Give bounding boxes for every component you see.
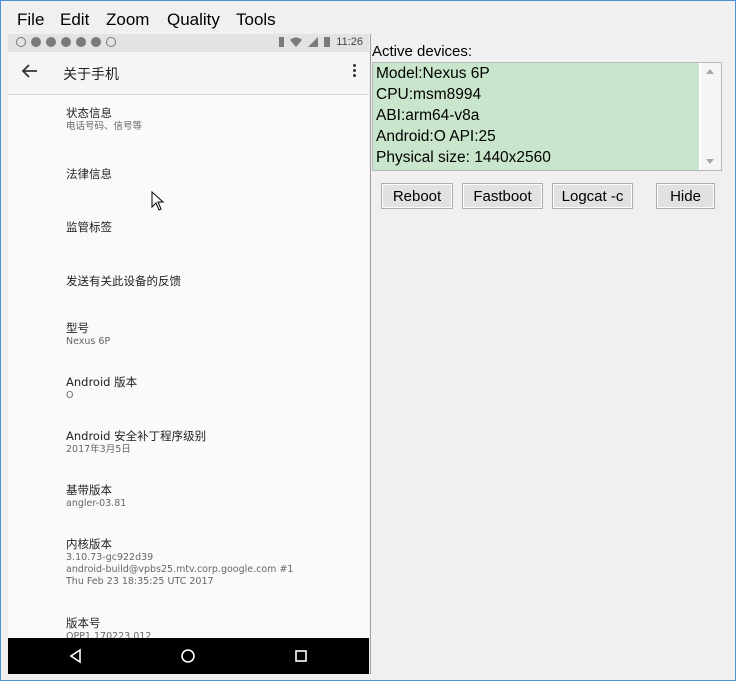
setting-title: Android 安全补丁程序级别 bbox=[66, 429, 207, 443]
notification-icon bbox=[76, 37, 86, 47]
notification-icon bbox=[61, 37, 71, 47]
setting-model[interactable]: 型号 Nexus 6P bbox=[66, 321, 110, 348]
setting-title: 状态信息 bbox=[66, 106, 112, 120]
setting-subtitle: 电话号码、信号等 bbox=[66, 121, 143, 132]
setting-subtitle: android-build@vpbs25.mtv.corp.google.com… bbox=[66, 564, 294, 575]
status-time: 11:26 bbox=[336, 36, 363, 48]
phone-screen[interactable]: 11:26 关于手机 状态信息 电话号码、信号等 法律信息 监管标签 发送有关此… bbox=[8, 34, 369, 674]
menu-tools[interactable]: Tools bbox=[236, 10, 276, 30]
setting-title: 法律信息 bbox=[66, 167, 112, 181]
back-arrow-icon[interactable] bbox=[21, 62, 39, 80]
alarm-icon bbox=[16, 37, 26, 47]
more-vert-icon[interactable] bbox=[353, 64, 357, 80]
bluetooth-icon bbox=[279, 37, 285, 47]
android-nav-bar bbox=[8, 638, 369, 674]
nav-back-icon[interactable] bbox=[66, 646, 86, 666]
setting-title: 内核版本 bbox=[66, 537, 112, 551]
vertical-scrollbar[interactable] bbox=[701, 63, 721, 170]
setting-subtitle: 2017年3月5日 bbox=[66, 444, 131, 455]
setting-title: 基带版本 bbox=[66, 483, 112, 497]
fastboot-button[interactable]: Fastboot bbox=[462, 183, 543, 209]
mouse-cursor-icon bbox=[151, 191, 165, 211]
setting-title: 版本号 bbox=[66, 616, 101, 630]
setting-subtitle: Nexus 6P bbox=[66, 336, 111, 347]
device-line-abi: ABI:arm64-v8a bbox=[376, 107, 480, 124]
nav-home-icon[interactable] bbox=[178, 646, 198, 666]
notification-icon bbox=[91, 37, 101, 47]
notification-icon bbox=[31, 37, 41, 47]
device-line-cpu: CPU:msm8994 bbox=[376, 86, 482, 103]
nav-recents-icon[interactable] bbox=[291, 646, 311, 666]
menu-quality[interactable]: Quality bbox=[167, 10, 220, 30]
setting-title: Android 版本 bbox=[66, 375, 138, 389]
scroll-down-arrow-icon[interactable] bbox=[706, 159, 714, 164]
setting-baseband[interactable]: 基带版本 angler-03.81 bbox=[66, 483, 126, 510]
setting-security-patch[interactable]: Android 安全补丁程序级别 2017年3月5日 bbox=[66, 429, 206, 456]
setting-feedback[interactable]: 发送有关此设备的反馈 bbox=[66, 274, 181, 288]
setting-subtitle: Thu Feb 23 18:35:25 UTC 2017 bbox=[66, 576, 214, 587]
setting-subtitle: 3.10.73-gc922d39 bbox=[66, 552, 154, 563]
page-title: 关于手机 bbox=[63, 67, 119, 83]
menu-file[interactable]: File bbox=[17, 10, 44, 30]
hide-button[interactable]: Hide bbox=[656, 183, 715, 209]
notification-icon bbox=[106, 37, 116, 47]
menu-edit[interactable]: Edit bbox=[60, 10, 89, 30]
app-window: File Edit Zoom Quality Tools 11:26 关于手机 … bbox=[0, 0, 736, 681]
device-line-android: Android:O API:25 bbox=[376, 128, 496, 145]
control-pane: Active devices: Model:Nexus 6P CPU:msm89… bbox=[370, 34, 729, 674]
setting-title: 发送有关此设备的反馈 bbox=[66, 274, 181, 288]
setting-kernel[interactable]: 内核版本 3.10.73-gc922d39 android-build@vpbs… bbox=[66, 537, 293, 588]
setting-legal[interactable]: 法律信息 bbox=[66, 167, 112, 181]
setting-regulatory[interactable]: 监管标签 bbox=[66, 220, 112, 234]
device-info-selection: Model:Nexus 6P CPU:msm8994 ABI:arm64-v8a… bbox=[373, 63, 699, 170]
active-devices-label: Active devices: bbox=[372, 43, 473, 60]
scroll-up-arrow-icon[interactable] bbox=[706, 69, 714, 74]
menu-zoom[interactable]: Zoom bbox=[106, 10, 149, 30]
setting-title: 型号 bbox=[66, 321, 89, 335]
wifi-icon bbox=[290, 37, 303, 47]
reboot-button[interactable]: Reboot bbox=[381, 183, 453, 209]
logcat-clear-button[interactable]: Logcat -c bbox=[552, 183, 633, 209]
android-status-bar: 11:26 bbox=[8, 34, 369, 52]
battery-icon bbox=[324, 37, 331, 47]
signal-icon bbox=[308, 37, 319, 47]
setting-title: 监管标签 bbox=[66, 220, 112, 234]
android-toolbar: 关于手机 bbox=[8, 52, 369, 95]
notification-icon bbox=[46, 37, 56, 47]
device-line-physical-size: Physical size: 1440x2560 bbox=[376, 149, 551, 166]
device-info-list[interactable]: Model:Nexus 6P CPU:msm8994 ABI:arm64-v8a… bbox=[372, 62, 722, 171]
setting-subtitle: angler-03.81 bbox=[66, 498, 127, 509]
setting-subtitle: O bbox=[66, 390, 74, 401]
menu-bar: File Edit Zoom Quality Tools bbox=[1, 6, 735, 32]
setting-status[interactable]: 状态信息 电话号码、信号等 bbox=[66, 106, 142, 133]
device-line-model: Model:Nexus 6P bbox=[376, 65, 490, 82]
setting-android-version[interactable]: Android 版本 O bbox=[66, 375, 137, 402]
